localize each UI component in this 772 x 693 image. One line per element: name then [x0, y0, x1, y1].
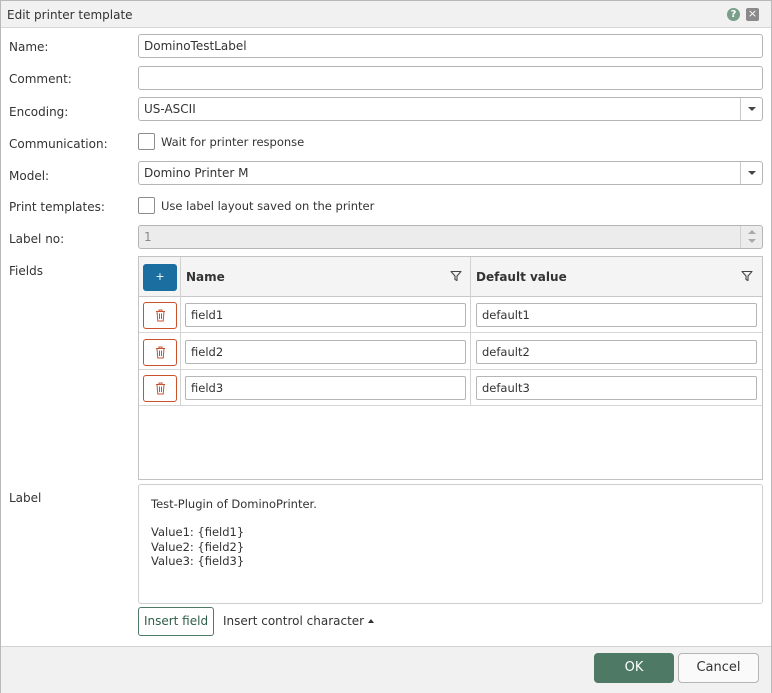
print-templates-label: Print templates: — [9, 200, 105, 214]
insert-control-character-label: Insert control character — [223, 614, 365, 628]
label-textarea[interactable]: Test-Plugin of DominoPrinter. Value1: {f… — [138, 484, 763, 604]
field-name-input[interactable]: field3 — [185, 376, 466, 400]
trash-icon — [156, 309, 165, 322]
dialog-footer: OK Cancel — [1, 646, 771, 693]
trash-icon — [156, 382, 165, 395]
column-header-name[interactable]: Name — [186, 270, 225, 284]
chevron-down-icon[interactable] — [740, 162, 762, 184]
label-text-label: Label — [9, 491, 42, 505]
label-no-value: 1 — [144, 230, 152, 244]
encoding-value: US-ASCII — [144, 102, 196, 116]
wait-for-response-checkbox[interactable] — [138, 133, 155, 150]
insert-field-button[interactable]: Insert field — [138, 607, 214, 636]
name-input[interactable]: DominoTestLabel — [138, 34, 763, 58]
fields-grid-header: + Name Default value — [139, 257, 762, 297]
dialog-titlebar: Edit printer template ? × — [1, 1, 771, 28]
communication-label: Communication: — [9, 137, 108, 151]
field-default-input[interactable]: default1 — [476, 303, 757, 327]
model-value: Domino Printer M — [144, 166, 249, 180]
column-header-default-value[interactable]: Default value — [476, 270, 567, 284]
encoding-select[interactable]: US-ASCII — [138, 97, 763, 121]
filter-icon[interactable] — [450, 270, 462, 282]
label-no-label: Label no: — [9, 232, 65, 246]
spin-down-icon — [748, 239, 756, 243]
label-no-input: 1 — [138, 225, 763, 249]
field-name-input[interactable]: field2 — [185, 340, 466, 364]
comment-input[interactable] — [138, 66, 763, 90]
number-spinner — [740, 226, 762, 248]
name-label: Name: — [9, 40, 49, 54]
field-default-input[interactable]: default2 — [476, 340, 757, 364]
table-row: field3 default3 — [139, 370, 762, 406]
delete-row-button[interactable] — [143, 375, 177, 402]
dialog-title: Edit printer template — [7, 8, 133, 22]
caret-up-icon — [368, 619, 375, 623]
use-label-layout-label[interactable]: Use label layout saved on the printer — [161, 199, 374, 213]
field-name-input[interactable]: field1 — [185, 303, 466, 327]
ok-button[interactable]: OK — [594, 653, 674, 683]
spin-up-icon — [748, 230, 756, 234]
encoding-label: Encoding: — [9, 105, 69, 119]
table-row: field2 default2 — [139, 334, 762, 370]
filter-icon[interactable] — [741, 270, 753, 282]
comment-label: Comment: — [9, 72, 72, 86]
delete-row-button[interactable] — [143, 339, 177, 366]
cancel-button[interactable]: Cancel — [678, 653, 759, 683]
use-label-layout-checkbox[interactable] — [138, 197, 155, 214]
trash-icon — [156, 346, 165, 359]
fields-grid: + Name Default value field1 default1 fie… — [138, 256, 763, 480]
model-label: Model: — [9, 169, 50, 183]
table-row: field1 default1 — [139, 297, 762, 333]
edit-printer-template-dialog: Edit printer template ? × Name: DominoTe… — [0, 0, 772, 693]
model-select[interactable]: Domino Printer M — [138, 161, 763, 185]
help-icon[interactable]: ? — [727, 8, 740, 21]
insert-control-character-button[interactable]: Insert control character — [223, 614, 375, 628]
add-field-button[interactable]: + — [143, 264, 177, 291]
wait-for-response-label[interactable]: Wait for printer response — [161, 135, 304, 149]
chevron-down-icon[interactable] — [740, 98, 762, 120]
close-icon[interactable]: × — [746, 8, 759, 21]
fields-label: Fields — [9, 264, 43, 278]
field-default-input[interactable]: default3 — [476, 376, 757, 400]
delete-row-button[interactable] — [143, 302, 177, 329]
